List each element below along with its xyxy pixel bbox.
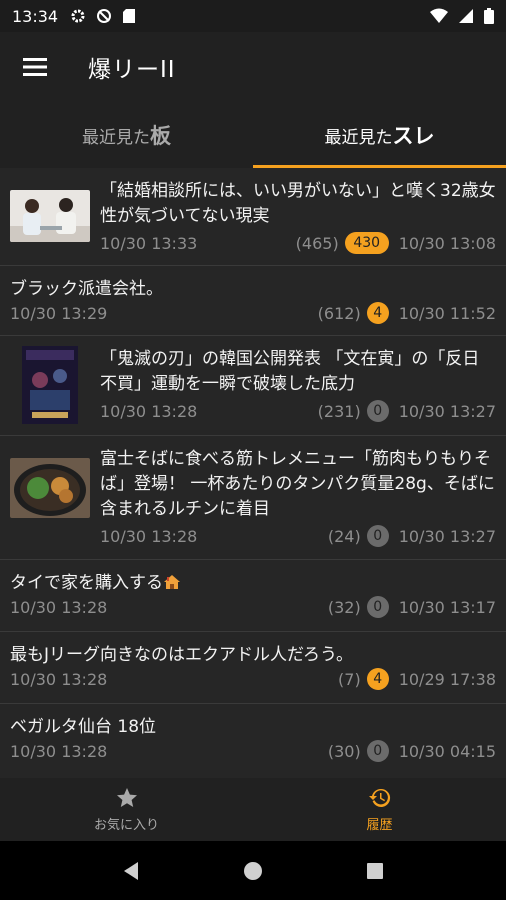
- tab-bar: 最近見た板 最近見た スレ: [0, 102, 506, 168]
- thread-meta: (24) 0 10/30 13:27: [328, 525, 496, 547]
- sd-card-icon: [123, 9, 136, 23]
- house-emoji-icon: [164, 575, 180, 589]
- thread-row[interactable]: タイで家を購入する 10/30 13:28 (32) 0 10/30 13:17: [0, 560, 506, 632]
- thread-row[interactable]: ベガルタ仙台 18位 10/30 13:28 (30) 0 10/30 04:1…: [0, 704, 506, 778]
- hamburger-menu-icon: [23, 58, 47, 76]
- new-posts-badge: 0: [366, 400, 389, 422]
- thread-thumbnail: [10, 458, 90, 518]
- thread-thumbnail: [10, 190, 90, 242]
- nav-favorites[interactable]: お気に入り: [0, 778, 253, 841]
- visited-time: 10/30 13:28: [100, 527, 198, 546]
- bottom-navigation: お気に入り 履歴: [0, 778, 506, 841]
- tab-label-main: 板: [150, 124, 171, 148]
- visited-time: 10/30 13:29: [10, 304, 108, 323]
- history-icon: [368, 788, 390, 807]
- thread-row[interactable]: 「鬼滅の刃」の韓国公開発表 「文在寅」の「反日不買」運動を一瞬で破壊した底力 1…: [0, 336, 506, 436]
- meeting-photo-image: [10, 190, 90, 242]
- star-icon: [116, 788, 137, 807]
- back-icon[interactable]: [122, 861, 140, 881]
- post-count: (30): [327, 741, 361, 761]
- status-time: 13:34: [12, 6, 59, 26]
- updated-time: 10/30 13:17: [398, 597, 496, 617]
- new-posts-badge: 430: [344, 232, 389, 254]
- tab-recent-boards[interactable]: 最近見た板: [0, 102, 253, 168]
- no-sync-icon: [97, 9, 112, 23]
- visited-time: 10/30 13:28: [10, 742, 108, 761]
- thread-row[interactable]: ブラック派遣会社。 10/30 13:29 (612) 4 10/30 11:5…: [0, 266, 506, 336]
- home-icon[interactable]: [243, 861, 263, 881]
- thread-title: 「鬼滅の刃」の韓国公開発表 「文在寅」の「反日不買」運動を一瞬で破壊した底力: [100, 349, 480, 394]
- thread-meta: (231) 0 10/30 13:27: [318, 400, 496, 422]
- app-bar: 爆リーII: [0, 32, 506, 102]
- visited-time: 10/30 13:28: [10, 670, 108, 689]
- updated-time: 10/30 04:15: [398, 741, 496, 761]
- thread-thumbnail: [22, 346, 78, 424]
- thread-title: 「結婚相談所には、いい男がいない」と嘆く32歳女性が気づいてない現実: [100, 181, 496, 226]
- visited-time: 10/30 13:28: [100, 402, 198, 421]
- system-navigation: [0, 841, 506, 900]
- thread-meta: (7) 4 10/29 17:38: [338, 668, 496, 690]
- updated-time: 10/29 17:38: [398, 669, 496, 689]
- gear-icon: [71, 9, 85, 23]
- post-count: (231): [317, 401, 361, 421]
- tab-recent-threads[interactable]: 最近見た スレ: [253, 102, 506, 168]
- thread-list: 「結婚相談所には、いい男がいない」と嘆く32歳女性が気づいてない現実 10/30…: [0, 168, 506, 778]
- app-title: 爆リーII: [88, 57, 176, 83]
- new-posts-badge: 0: [366, 596, 389, 618]
- thread-title: 富士そばに食べる筋トレメニュー「筋肉もりもりそば」登場！ 一杯あたりのタンパク質…: [100, 449, 495, 519]
- menu-button[interactable]: [0, 32, 70, 102]
- thread-meta: (612) 4 10/30 11:52: [318, 302, 496, 324]
- new-posts-badge: 4: [366, 668, 389, 690]
- post-count: (465): [295, 233, 339, 253]
- nav-history[interactable]: 履歴: [253, 778, 506, 841]
- tab-label-main: スレ: [392, 124, 435, 148]
- wifi-icon: [430, 8, 448, 23]
- thread-title-line: タイで家を購入する: [10, 571, 496, 596]
- post-count: (32): [327, 597, 361, 617]
- new-posts-badge: 4: [366, 302, 389, 324]
- updated-time: 10/30 11:52: [398, 303, 496, 323]
- thread-meta: (30) 0 10/30 04:15: [328, 740, 496, 762]
- post-count: (612): [317, 303, 361, 323]
- thread-title: ブラック派遣会社。: [10, 279, 163, 299]
- thread-title: 最もJリーグ向きなのはエクアドル人だろう。: [10, 645, 353, 665]
- updated-time: 10/30 13:27: [398, 526, 496, 546]
- thread-row[interactable]: 富士そばに食べる筋トレメニュー「筋肉もりもりそば」登場！ 一杯あたりのタンパク質…: [0, 436, 506, 560]
- signal-icon: [459, 9, 473, 23]
- post-count: (7): [338, 669, 361, 689]
- tab-label-prefix: 最近見た: [324, 127, 393, 148]
- thread-meta: (465) 430 10/30 13:08: [296, 232, 496, 254]
- nav-label: お気に入り: [93, 818, 159, 833]
- thread-row[interactable]: 「結婚相談所には、いい男がいない」と嘆く32歳女性が気づいてない現実 10/30…: [0, 168, 506, 266]
- recents-icon[interactable]: [366, 862, 384, 880]
- visited-time: 10/30 13:28: [10, 598, 108, 617]
- movie-poster-image: [22, 346, 78, 424]
- visited-time: 10/30 13:33: [100, 234, 198, 253]
- battery-icon: [484, 8, 494, 24]
- updated-time: 10/30 13:27: [398, 401, 496, 421]
- status-bar: 13:34: [0, 0, 506, 32]
- nav-label: 履歴: [366, 818, 393, 833]
- post-count: (24): [327, 526, 361, 546]
- thread-title: タイで家を購入する: [10, 573, 163, 593]
- tab-label-prefix: 最近見た: [82, 127, 150, 148]
- new-posts-badge: 0: [366, 525, 389, 547]
- thread-row[interactable]: 最もJリーグ向きなのはエクアドル人だろう。 10/30 13:28 (7) 4 …: [0, 632, 506, 704]
- updated-time: 10/30 13:08: [398, 233, 496, 253]
- new-posts-badge: 0: [366, 740, 389, 762]
- thread-title: ベガルタ仙台 18位: [10, 717, 157, 737]
- thread-meta: (32) 0 10/30 13:17: [328, 596, 496, 618]
- soba-photo-image: [10, 458, 90, 518]
